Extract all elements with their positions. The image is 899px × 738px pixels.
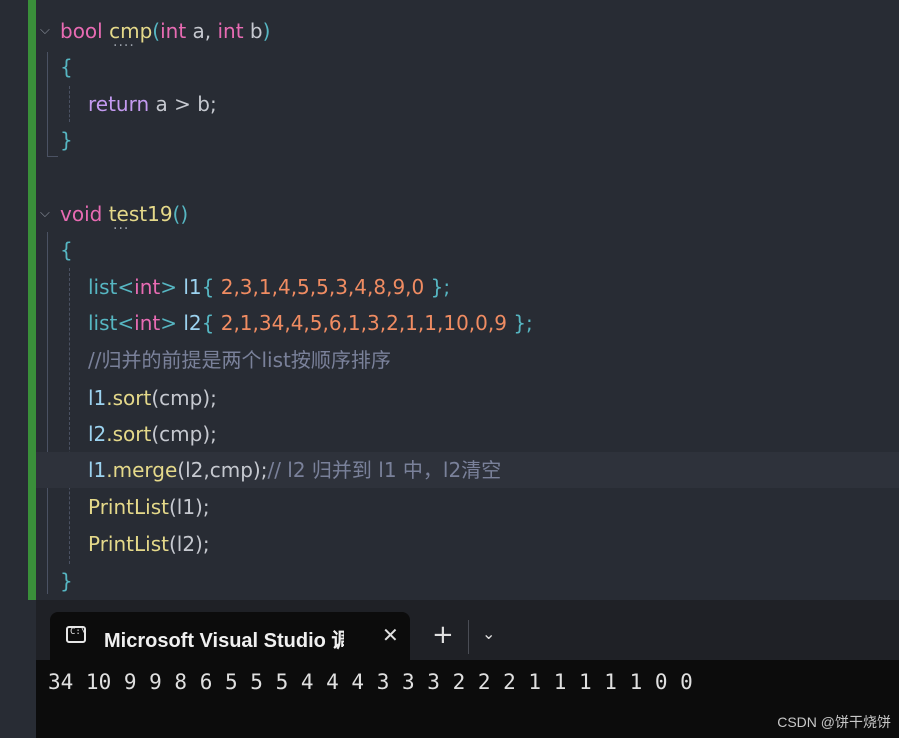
variable-l1: l1: [183, 275, 202, 299]
call-args: (cmp);: [151, 422, 217, 446]
dropdown-chevron-icon[interactable]: ⌄: [482, 624, 495, 643]
terminal-tab[interactable]: C:\ Microsoft Visual Studio 调 ✕: [50, 612, 410, 660]
paren-open: (: [152, 19, 161, 43]
brace-open: {: [60, 55, 73, 79]
terminal-console[interactable]: 34 10 9 9 8 6 5 5 5 4 4 4 3 3 3 2 2 2 1 …: [36, 660, 899, 738]
keyword-bool: bool: [60, 19, 103, 43]
variable-l1: l1: [88, 458, 107, 482]
call-args: (l2);: [168, 532, 210, 556]
keyword-int: int: [134, 311, 161, 335]
brace-open: {: [60, 238, 73, 262]
method-sort: .sort: [106, 422, 152, 446]
console-icon: C:\: [66, 626, 86, 643]
code-line-printlist-l2[interactable]: PrintList(l2);: [88, 526, 210, 562]
brace-guide: [47, 52, 48, 156]
init-brace-close: };: [506, 311, 533, 335]
method-merge: .merge: [106, 458, 178, 482]
method-sort: .sort: [106, 386, 152, 410]
paren-close: ): [262, 19, 271, 43]
angle-close: >: [160, 275, 177, 299]
angle-open: <: [117, 311, 135, 335]
angle-close: >: [160, 311, 177, 335]
init-brace-open: {: [201, 275, 221, 299]
code-line-comment[interactable]: //归并的前提是两个list按顺序排序: [88, 342, 391, 378]
keyword-void: void: [60, 202, 103, 226]
code-line-brace-close[interactable]: }: [60, 122, 73, 158]
brace-close: }: [60, 128, 73, 152]
variable-l2: l2: [88, 422, 107, 446]
code-line-brace-close[interactable]: }: [60, 563, 73, 599]
fold-chevron-icon[interactable]: ⌵: [40, 24, 54, 38]
angle-open: <: [117, 275, 135, 299]
suggestion-dots-icon: ···: [113, 221, 130, 237]
brace-guide: [47, 232, 48, 594]
l2-initializer-values: 2,1,34,4,5,6,1,3,2,1,1,10,0,9: [220, 311, 507, 335]
type-list: list: [88, 311, 118, 335]
function-printlist: PrintList: [88, 495, 169, 519]
fold-chevron-icon[interactable]: ⌵: [40, 207, 54, 221]
code-line-cmp-signature[interactable]: bool cmp(int a, int b): [60, 13, 270, 49]
indent-guide: [69, 268, 70, 564]
keyword-int: int: [160, 19, 187, 43]
close-tab-icon[interactable]: ✕: [382, 623, 399, 647]
editor-gutter-strip: [0, 600, 36, 738]
init-brace-close: };: [424, 275, 451, 299]
call-args: (l1);: [168, 495, 210, 519]
brace-close: }: [60, 569, 73, 593]
function-printlist: PrintList: [88, 532, 169, 556]
suggestion-dots-icon: ····: [113, 38, 135, 54]
change-indicator-bar: [28, 0, 36, 600]
variable-l1: l1: [88, 386, 107, 410]
keyword-int: int: [217, 19, 244, 43]
l1-initializer-values: 2,3,1,4,5,5,3,4,8,9,0: [220, 275, 425, 299]
comment-merge-precondition: //归并的前提是两个list按顺序排序: [88, 348, 391, 372]
type-list: list: [88, 275, 118, 299]
code-line-printlist-l1[interactable]: PrintList(l1);: [88, 489, 210, 525]
code-line-list-l1[interactable]: list<int> l1{ 2,3,1,4,5,5,3,4,8,9,0 };: [88, 269, 450, 305]
indent-guide: [69, 86, 70, 122]
code-line-brace-open[interactable]: {: [60, 232, 73, 268]
watermark-text: CSDN @饼干烧饼: [777, 714, 891, 730]
terminal-output: 34 10 9 9 8 6 5 5 5 4 4 4 3 3 3 2 2 2 1 …: [48, 670, 693, 694]
param-a: a,: [186, 19, 218, 43]
terminal-tab-title: Microsoft Visual Studio 调: [104, 630, 344, 652]
init-brace-open: {: [201, 311, 221, 335]
code-line-return[interactable]: return a > b;: [88, 86, 217, 122]
console-icon-text: C:\: [70, 627, 87, 637]
call-args: (l2,cmp);: [177, 458, 268, 482]
code-line-l1-merge[interactable]: l1.merge(l2,cmp);// l2 归并到 l1 中，l2清空: [88, 452, 501, 488]
tab-separator: [468, 620, 469, 654]
code-line-brace-open[interactable]: {: [60, 49, 73, 85]
terminal-tab-bar: C:\ Microsoft Visual Studio 调 ✕ + ⌄: [36, 600, 899, 660]
code-line-l2-sort[interactable]: l2.sort(cmp);: [88, 416, 217, 452]
keyword-return: return: [88, 92, 150, 116]
return-expression: a > b;: [149, 92, 217, 116]
variable-l2: l2: [183, 311, 202, 335]
code-line-list-l2[interactable]: list<int> l2{ 2,1,34,4,5,6,1,3,2,1,1,10,…: [88, 305, 533, 341]
parens: (): [172, 202, 189, 226]
code-editor[interactable]: ⌵ bool cmp(int a, int b) ···· { return a…: [0, 0, 899, 600]
param-b: b: [243, 19, 263, 43]
brace-guide-end: [47, 156, 58, 157]
new-tab-plus-icon[interactable]: +: [432, 620, 454, 650]
comment-merge: // l2 归并到 l1 中，l2清空: [267, 458, 502, 482]
keyword-int: int: [134, 275, 161, 299]
call-args: (cmp);: [151, 386, 217, 410]
code-line-l1-sort[interactable]: l1.sort(cmp);: [88, 380, 217, 416]
